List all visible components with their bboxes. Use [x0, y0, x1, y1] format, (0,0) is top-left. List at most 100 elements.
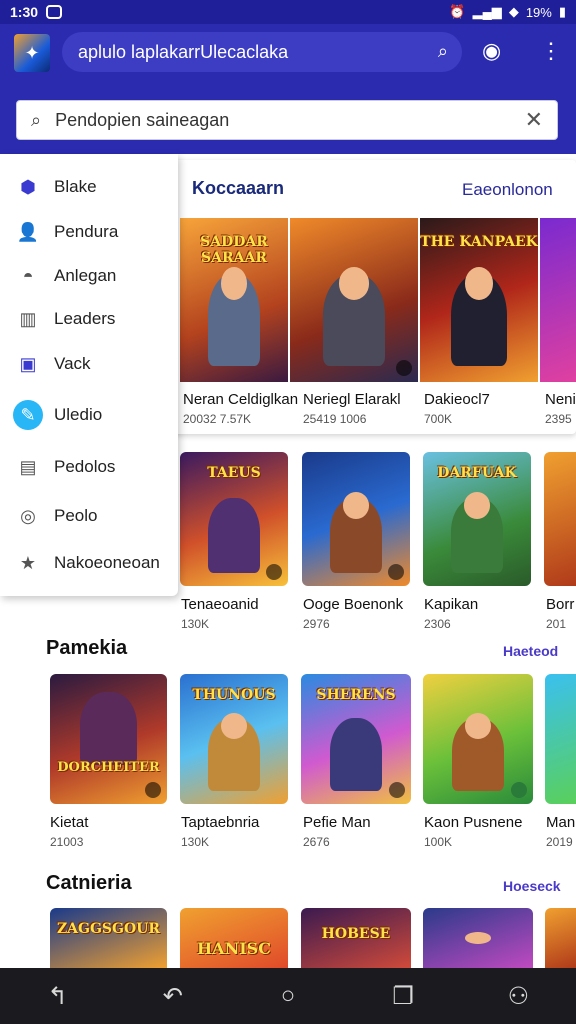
status-bar: 1:30 ⏰ ▂▄▆ ◆ 19% ▮ — [0, 0, 576, 24]
drawer-item-pedolos[interactable]: ▤ Pedolos — [0, 448, 178, 486]
hero-head — [464, 932, 492, 944]
game-art-3[interactable]: THE KANPAEK — [420, 218, 538, 382]
game-art-12[interactable] — [423, 674, 533, 804]
profile-icon[interactable]: ⚇ — [498, 982, 538, 1011]
game-art-9[interactable]: DORCHEITER — [50, 674, 167, 804]
drawer-item-anlegan[interactable]: ◓ Anlegan — [0, 257, 178, 295]
drawer-item-nakoeoneoan[interactable]: ★ Nakoeoneoan — [0, 544, 178, 582]
game-art-6[interactable] — [302, 452, 410, 586]
game-name[interactable]: Pefie Man — [303, 814, 371, 831]
hero-head — [343, 492, 369, 519]
section-title-catnieria: Catnieria — [46, 872, 132, 894]
search-icon[interactable]: ⌕ — [438, 41, 448, 62]
assistant-icon[interactable]: ◉ — [482, 38, 501, 64]
game-art-title: HANISC — [197, 939, 271, 959]
badge-icon — [388, 564, 404, 580]
drawer-item-blake[interactable]: ⬢ Blake — [0, 168, 178, 206]
game-art-title: THE KANPAEK — [420, 234, 538, 251]
game-art-13[interactable] — [545, 674, 576, 804]
game-art-15[interactable]: HANISC — [180, 908, 288, 968]
search-section: ⌕ Pendopien saineagan ✕ — [0, 86, 576, 154]
game-name[interactable]: Neran Celdiglkan — [183, 391, 298, 408]
badge-icon — [511, 782, 527, 798]
undo-icon[interactable]: ↶ — [153, 982, 193, 1011]
status-time: 1:30 — [10, 4, 39, 20]
controller-icon: ◓ — [22, 265, 34, 286]
game-art-5[interactable]: TAEUS — [180, 452, 288, 586]
navigation-drawer: ⬢ Blake 👤 Pendura ◓ Anlegan ▥ Leaders ▣ … — [0, 154, 178, 596]
back-icon[interactable]: ↰ — [38, 982, 78, 1011]
game-name[interactable]: Ooge Boenonk — [303, 596, 403, 613]
star-icon: ★ — [19, 552, 37, 573]
app-search-pill[interactable]: aplulo laplakarrUlecaclaka ⌕ — [62, 32, 462, 72]
drawer-item-label: Uledio — [54, 405, 103, 424]
game-art-8[interactable] — [544, 452, 576, 586]
search-input[interactable]: Pendopien saineagan — [55, 110, 229, 131]
game-art-title: SHERENS — [316, 687, 396, 703]
game-art-2[interactable] — [290, 218, 418, 382]
person-icon: 👤 — [16, 221, 40, 242]
badge-icon — [389, 782, 405, 798]
game-name[interactable]: Kaon Pusnene — [424, 814, 522, 831]
game-meta: 100K — [424, 835, 453, 849]
search-circle-icon: ◎ — [20, 505, 36, 526]
game-art-7[interactable]: DARFUAK — [423, 452, 531, 586]
battery-level: 19% — [525, 4, 552, 20]
hero-figure — [329, 718, 383, 791]
game-art-16[interactable]: HOBESE — [301, 908, 411, 968]
game-name[interactable]: Kietat — [50, 814, 88, 831]
game-art-1[interactable]: SADDAR SARAAR — [180, 218, 288, 382]
featured-title: Koccaaarn — [192, 178, 285, 198]
game-meta: 700K — [424, 412, 453, 426]
drawer-item-label: Leaders — [54, 309, 116, 328]
game-meta: 2306 — [424, 617, 451, 631]
drawer-item-vack[interactable]: ▣ Vack — [0, 345, 178, 383]
app-logo[interactable]: ✦ — [14, 34, 50, 72]
game-name[interactable]: Mani — [546, 814, 576, 831]
badge-icon: ⬢ — [20, 176, 36, 197]
game-name[interactable]: Neni — [545, 391, 576, 408]
clear-icon[interactable]: ✕ — [525, 107, 543, 133]
system-nav-bar: ↰ ↶ ○ ❐ ⚇ — [0, 968, 576, 1024]
game-meta: 2395 — [545, 412, 572, 426]
featured-link[interactable]: Eaeonlonon — [462, 180, 553, 200]
section-link-pamekia[interactable]: Haeteod — [503, 643, 558, 659]
game-art-title: THUNOUS — [192, 687, 276, 703]
drawer-item-label: Pendura — [54, 222, 119, 241]
game-meta: 130K — [181, 617, 210, 631]
drawer-item-label: Nakoeoneoan — [54, 553, 160, 572]
edit-icon: ✎ — [13, 400, 43, 430]
section-link-catnieria[interactable]: Hoeseck — [503, 878, 561, 894]
game-meta: 2976 — [303, 617, 330, 631]
game-art-14[interactable]: ZAGGSGOUR — [50, 908, 167, 968]
drawer-item-pendura[interactable]: 👤 Pendura — [0, 213, 178, 251]
game-name[interactable]: Borr — [546, 596, 574, 613]
search-field-icon: ⌕ — [31, 109, 42, 130]
game-art-11[interactable]: SHERENS — [301, 674, 411, 804]
game-art-title: ZAGGSGOUR — [56, 921, 161, 938]
battery-icon: ▮ — [558, 4, 566, 19]
search-field[interactable]: ⌕ Pendopien saineagan ✕ — [16, 100, 558, 140]
more-vert-icon[interactable]: ⋮ — [540, 38, 562, 64]
game-meta: 130K — [181, 835, 210, 849]
game-meta: 25419 1006 — [303, 412, 367, 426]
game-name[interactable]: Tenaeoanid — [181, 596, 259, 613]
game-art-17[interactable] — [423, 908, 533, 968]
drawer-item-uledio[interactable]: ✎ Uledio — [0, 396, 178, 434]
game-art-18[interactable] — [545, 908, 576, 968]
wifi-icon: ◆ — [508, 4, 519, 19]
badge-icon — [145, 782, 161, 798]
library-icon: ▤ — [19, 456, 37, 477]
game-name[interactable]: Taptaebnria — [181, 814, 259, 831]
game-art-title: HOBESE — [321, 926, 391, 942]
drawer-item-peolo[interactable]: ◎ Peolo — [0, 497, 178, 535]
game-art-4[interactable] — [540, 218, 576, 382]
app-bar: ✦ aplulo laplakarrUlecaclaka ⌕ ◉ ⋮ — [0, 24, 576, 86]
game-name[interactable]: Dakieocl7 — [424, 391, 490, 408]
drawer-item-leaders[interactable]: ▥ Leaders — [0, 300, 178, 338]
recents-icon[interactable]: ❐ — [383, 982, 423, 1011]
game-name[interactable]: Kapikan — [424, 596, 478, 613]
home-icon[interactable]: ○ — [268, 982, 308, 1010]
game-name[interactable]: Neriegl Elarakl — [303, 391, 401, 408]
game-art-10[interactable]: THUNOUS — [180, 674, 288, 804]
